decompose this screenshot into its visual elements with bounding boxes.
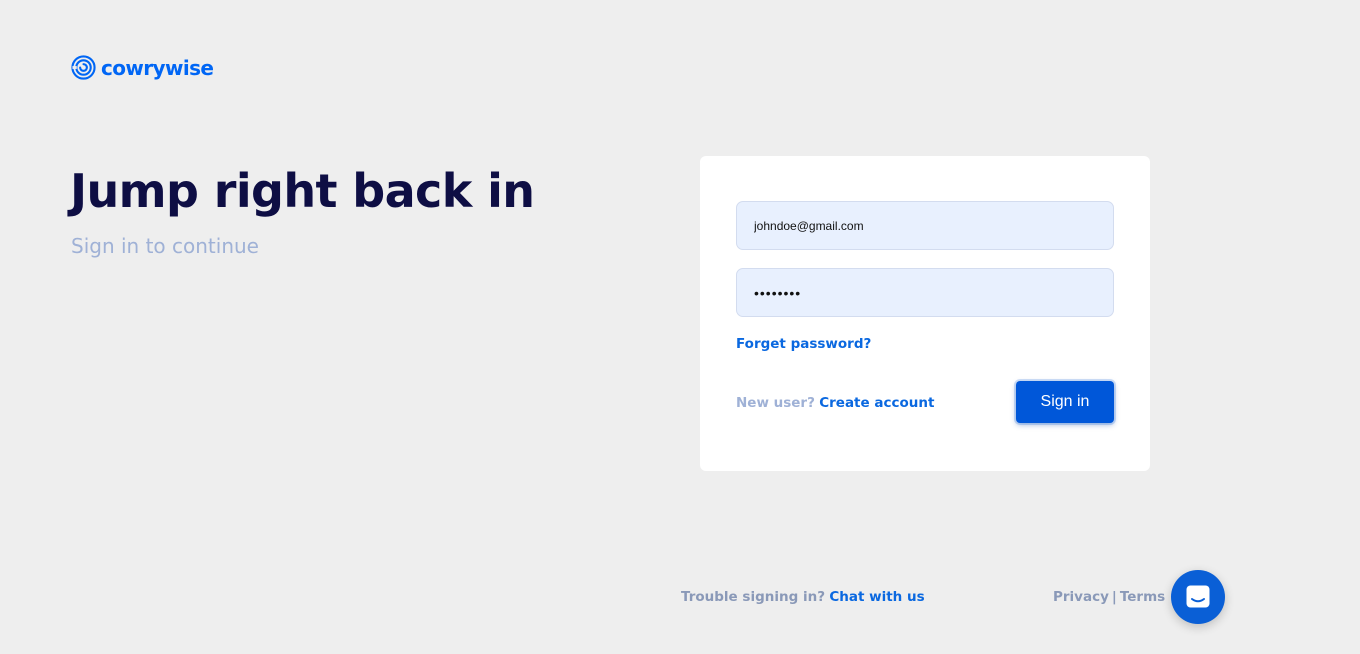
sign-in-button[interactable]: Sign in xyxy=(1016,381,1114,423)
chat-launcher-button[interactable] xyxy=(1171,570,1225,624)
forgot-password-link[interactable]: Forget password? xyxy=(736,336,871,352)
cowrywise-logo-icon xyxy=(71,55,96,80)
email-field[interactable] xyxy=(736,201,1114,250)
page-title: Jump right back in xyxy=(70,164,535,218)
signin-card: Forget password? New user? Create accoun… xyxy=(700,156,1150,471)
chat-bubble-icon xyxy=(1186,585,1210,608)
chat-with-us-link[interactable]: Chat with us xyxy=(829,589,924,605)
create-account-link[interactable]: Create account xyxy=(819,395,934,411)
trouble-prompt: Trouble signing in? xyxy=(681,589,826,605)
legal-links: Privacy | Terms xyxy=(1053,589,1165,605)
new-user-row: New user? Create account xyxy=(736,395,934,411)
new-user-prompt: New user? xyxy=(736,395,815,411)
terms-link[interactable]: Terms xyxy=(1120,589,1165,605)
privacy-link[interactable]: Privacy xyxy=(1053,589,1109,605)
trouble-signing-in: Trouble signing in? Chat with us xyxy=(681,589,925,605)
brand-logo[interactable]: cowrywise xyxy=(71,55,214,80)
page-subtitle: Sign in to continue xyxy=(71,234,259,258)
legal-separator: | xyxy=(1111,589,1117,605)
signin-page: cowrywise Jump right back in Sign in to … xyxy=(0,0,1360,654)
brand-name: cowrywise xyxy=(101,55,214,80)
password-field[interactable] xyxy=(736,268,1114,317)
